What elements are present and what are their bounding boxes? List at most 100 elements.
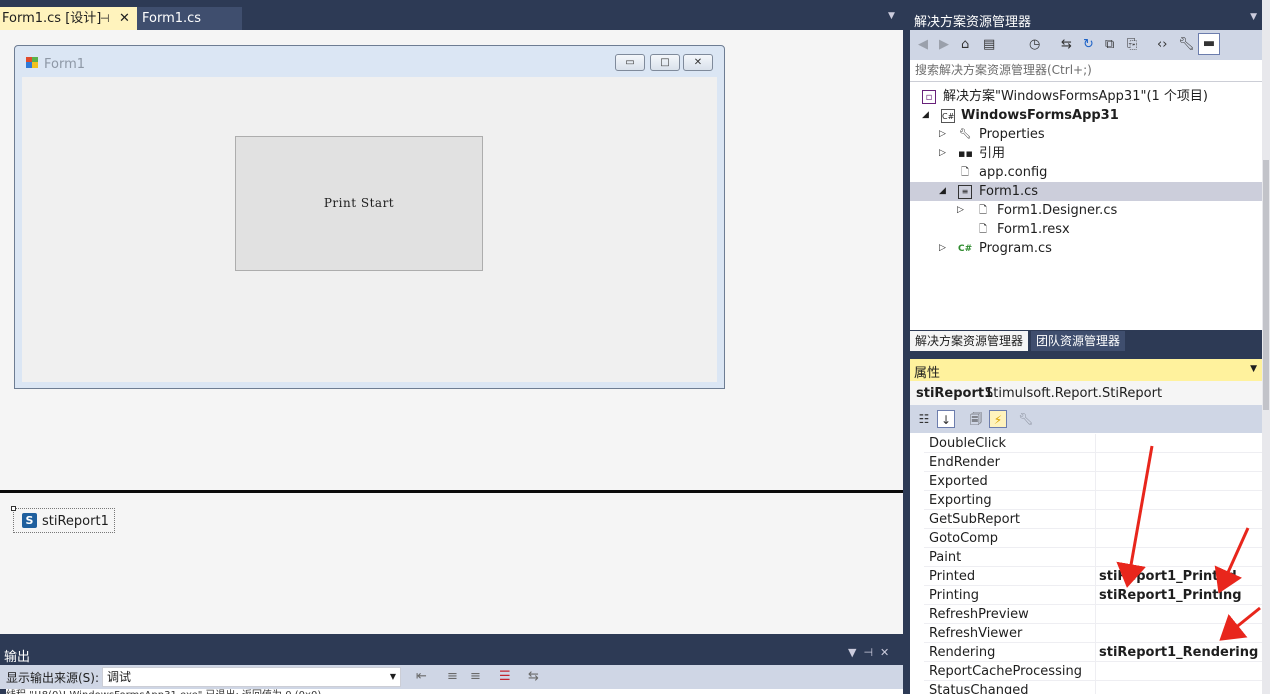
column-divider xyxy=(1095,586,1096,605)
property-row[interactable]: RefreshPreview xyxy=(924,605,1262,624)
tree-item-app-config[interactable]: 🗋︎ app.config xyxy=(910,163,1262,182)
print-start-button[interactable]: Print Start xyxy=(235,136,483,271)
pane-controls[interactable]: ▼⊣✕ xyxy=(848,646,896,659)
expand-arrow-icon[interactable]: ▷ xyxy=(939,239,946,258)
vertical-scrollbar[interactable] xyxy=(1262,0,1270,694)
tab-form1-design[interactable]: Form1.cs [设计] ⊣ ✕ xyxy=(0,7,137,30)
property-value[interactable]: stiReport1_Printing xyxy=(1099,588,1242,603)
property-value[interactable]: stiReport1_Printed xyxy=(1099,569,1237,584)
close-icon[interactable]: ✕ xyxy=(119,7,130,30)
goto-error-icon[interactable]: ⇤ xyxy=(416,669,427,684)
form-designer-surface[interactable]: Form1 ▭ □ ✕ Print Start xyxy=(0,30,903,490)
preview-selected-icon[interactable]: ▬ xyxy=(1198,33,1220,55)
expand-arrow-icon[interactable]: ▷ xyxy=(939,144,946,163)
tree-item-solution[interactable]: ▫ 解决方案"WindowsFormsApp31"(1 个项目) xyxy=(910,87,1262,106)
column-divider xyxy=(1095,453,1096,472)
selection-handle[interactable] xyxy=(11,506,16,511)
property-name: GetSubReport xyxy=(929,512,1021,527)
property-row[interactable]: Paint xyxy=(924,548,1262,567)
form-client-area[interactable]: Print Start xyxy=(22,77,717,382)
properties-object-selector[interactable]: stiReport1 Stimulsoft.Report.StiReport xyxy=(910,381,1262,405)
expand-arrow-icon[interactable]: ▷ xyxy=(957,201,964,220)
sync-icon[interactable]: ⇆ xyxy=(1061,37,1072,52)
property-row[interactable]: Printing stiReport1_Printing xyxy=(924,586,1262,605)
stimulsoft-icon: S xyxy=(22,513,37,528)
pending-changes-icon[interactable]: ◷ xyxy=(1029,37,1040,52)
output-toolbar: 显示输出来源(S): 调试 ▼ ⇤ ≡ ≡ ☰ ⇆ xyxy=(0,665,903,689)
properties-view-icon[interactable]: 🗐︎ xyxy=(967,410,985,428)
expand-arrow-icon[interactable]: ▷ xyxy=(939,125,946,144)
column-divider xyxy=(1095,567,1096,586)
tab-solution-explorer[interactable]: 解决方案资源管理器 xyxy=(910,331,1029,351)
collapse-arrow-icon[interactable]: ◢ xyxy=(939,182,946,201)
home-icon[interactable]: ⌂ xyxy=(961,37,969,52)
view-code-icon[interactable]: ‹› xyxy=(1157,37,1167,52)
minimize-button[interactable]: ▭ xyxy=(615,54,645,71)
column-divider xyxy=(1095,681,1096,694)
chevron-down-icon[interactable]: ▼ xyxy=(888,11,895,21)
property-row[interactable]: Exporting xyxy=(924,491,1262,510)
switch-views-icon[interactable]: ▤ xyxy=(983,37,995,52)
property-name: RefreshViewer xyxy=(929,626,1023,641)
property-name: Printed xyxy=(929,569,976,584)
categorized-icon[interactable]: ☷ xyxy=(915,410,933,428)
property-row[interactable]: GotoComp xyxy=(924,529,1262,548)
component-tray[interactable]: S stiReport1 xyxy=(0,493,903,634)
tree-item-project[interactable]: ◢ C# WindowsFormsApp31 xyxy=(910,106,1262,125)
component-stireport1[interactable]: S stiReport1 xyxy=(11,506,115,533)
chevron-down-icon[interactable]: ▼ xyxy=(1250,364,1257,374)
properties-wrench-icon[interactable]: 🔧︎ xyxy=(1178,37,1195,52)
property-pages-wrench-icon[interactable]: 🔧︎ xyxy=(1017,410,1035,428)
tree-item-program[interactable]: ▷ C# Program.cs xyxy=(910,239,1262,258)
property-row[interactable]: Rendering stiReport1_Rendering xyxy=(924,643,1262,662)
solution-tree: ▫ 解决方案"WindowsFormsApp31"(1 个项目) ◢ C# Wi… xyxy=(910,82,1262,330)
column-divider xyxy=(1095,472,1096,491)
tree-item-label: Properties xyxy=(979,127,1045,142)
property-row[interactable]: StatusChanged xyxy=(924,681,1262,694)
refresh-icon[interactable]: ↻ xyxy=(1083,37,1094,52)
references-icon: ▪▪ xyxy=(958,147,973,160)
form-window[interactable]: Form1 ▭ □ ✕ Print Start xyxy=(14,45,725,389)
back-icon[interactable]: ◀ xyxy=(918,37,928,52)
collapse-arrow-icon[interactable]: ◢ xyxy=(922,106,929,125)
output-source-select[interactable]: 调试 ▼ xyxy=(102,667,401,687)
property-row[interactable]: Printed stiReport1_Printed xyxy=(924,567,1262,586)
next-message-icon[interactable]: ≡ xyxy=(470,669,481,684)
chevron-down-icon: ▼ xyxy=(389,672,396,681)
solution-search-input[interactable]: 搜索解决方案资源管理器(Ctrl+;) xyxy=(910,60,1262,82)
show-all-files-icon[interactable]: ⎘ xyxy=(1127,37,1137,52)
property-row[interactable]: RefreshViewer xyxy=(924,624,1262,643)
form-title-bar[interactable]: Form1 ▭ □ ✕ xyxy=(15,46,724,78)
tab-form1-code[interactable]: Form1.cs xyxy=(137,7,242,30)
property-row[interactable]: EndRender xyxy=(924,453,1262,472)
word-wrap-icon[interactable]: ⇆ xyxy=(528,669,539,684)
tree-item-references[interactable]: ▷ ▪▪ 引用 xyxy=(910,144,1262,163)
property-row[interactable]: DoubleClick xyxy=(924,434,1262,453)
property-name: Rendering xyxy=(929,645,996,660)
property-row[interactable]: ReportCacheProcessing xyxy=(924,662,1262,681)
forward-icon[interactable]: ▶ xyxy=(939,37,949,52)
property-name: EndRender xyxy=(929,455,1000,470)
previous-message-icon[interactable]: ≡ xyxy=(447,669,458,684)
property-row[interactable]: GetSubReport xyxy=(924,510,1262,529)
scrollbar-thumb[interactable] xyxy=(1263,160,1269,410)
column-divider xyxy=(1095,624,1096,643)
property-value[interactable]: stiReport1_Rendering xyxy=(1099,645,1258,660)
tree-item-properties[interactable]: ▷ 🔧︎ Properties xyxy=(910,125,1262,144)
tab-team-explorer[interactable]: 团队资源管理器 xyxy=(1031,331,1126,351)
property-name: ReportCacheProcessing xyxy=(929,664,1082,679)
chevron-down-icon[interactable]: ▼ xyxy=(1250,12,1257,22)
tree-item-form1-designer[interactable]: ▷ 🗋︎ Form1.Designer.cs xyxy=(910,201,1262,220)
close-button[interactable]: ✕ xyxy=(683,54,713,71)
document-tab-bar: Form1.cs [设计] ⊣ ✕ Form1.cs ▼ xyxy=(0,0,903,30)
events-lightning-icon[interactable]: ⚡︎ xyxy=(989,410,1007,428)
tree-item-form1[interactable]: ◢ ≡ Form1.cs xyxy=(910,182,1262,201)
maximize-button[interactable]: □ xyxy=(650,54,680,71)
property-row[interactable]: Exported xyxy=(924,472,1262,491)
collapse-all-icon[interactable]: ⧉ xyxy=(1105,37,1114,52)
tree-item-form1-resx[interactable]: 🗋︎ Form1.resx xyxy=(910,220,1262,239)
pin-icon[interactable]: ⊣ xyxy=(100,7,110,30)
alphabetical-icon[interactable]: ↓ xyxy=(937,410,955,428)
clear-all-icon[interactable]: ☰ xyxy=(499,669,511,684)
cs-file-icon: 🗋︎ xyxy=(978,205,988,216)
